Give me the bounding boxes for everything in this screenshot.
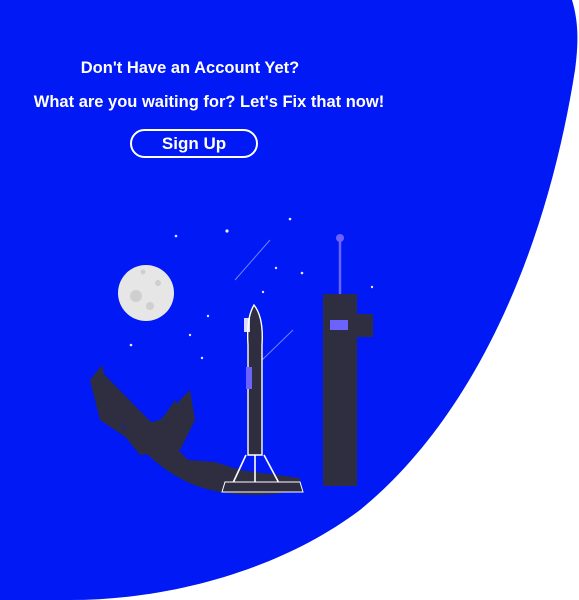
star	[174, 234, 178, 238]
star	[188, 333, 192, 337]
panel-subheading: What are you waiting for? Let's Fix that…	[33, 93, 385, 111]
ground-foliage	[90, 365, 300, 495]
panel-heading: Don't Have an Account Yet?	[80, 59, 300, 77]
sign-up-button[interactable]: Sign Up	[130, 129, 258, 158]
star	[370, 285, 374, 289]
shooting-stars	[234, 239, 294, 361]
moon	[118, 265, 174, 321]
star	[300, 271, 304, 275]
star	[206, 314, 210, 318]
star	[288, 217, 292, 221]
star	[274, 266, 278, 270]
rocket-launch-illustration	[90, 217, 374, 495]
star	[261, 290, 265, 294]
rocket	[244, 303, 263, 456]
star	[225, 229, 229, 233]
star	[200, 356, 204, 360]
star	[129, 343, 133, 347]
signup-panel: Don't Have an Account Yet? What are you …	[0, 0, 579, 600]
launch-platform	[221, 481, 304, 493]
launch-tower	[323, 234, 373, 486]
